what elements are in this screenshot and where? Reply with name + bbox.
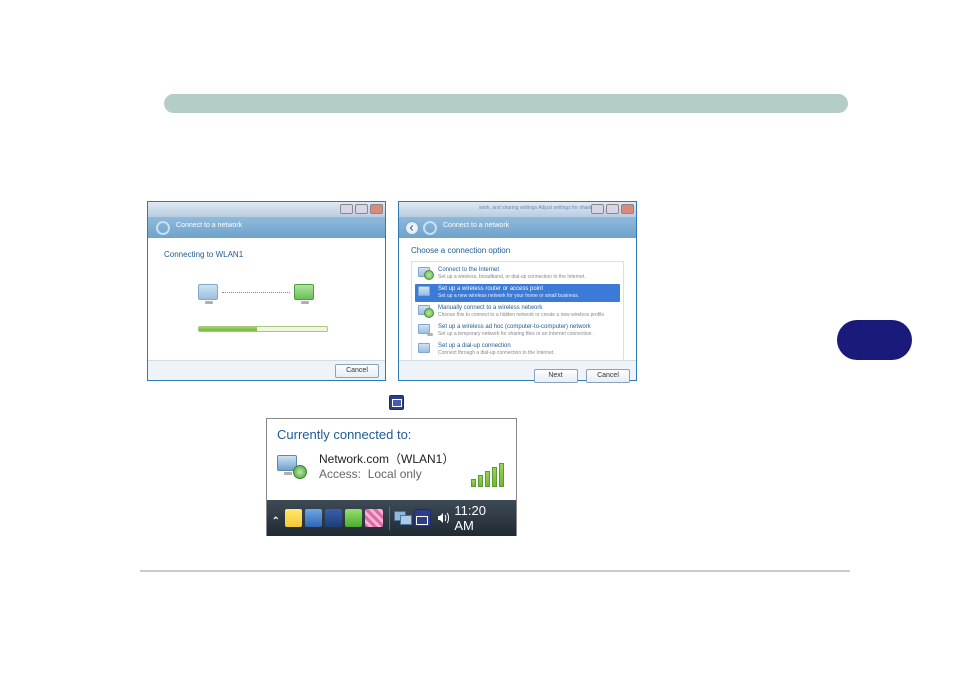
window-titlebar: work, and sharing settings Adjust settin… xyxy=(399,202,636,218)
option-desc: Choose this to connect to a hidden netwo… xyxy=(438,312,606,318)
network-ring-icon xyxy=(156,221,170,235)
tray-app3-icon[interactable] xyxy=(345,509,362,527)
option-connect-internet[interactable]: Connect to the Internet Set up a wireles… xyxy=(415,265,620,283)
network-target-icon xyxy=(294,284,314,300)
minimize-button[interactable] xyxy=(591,204,604,214)
taskbar-clock[interactable]: 11:20 AM xyxy=(454,503,512,533)
progress-bar xyxy=(198,326,328,332)
taskbar-tooltip-screenshot: Currently connected to: Network.com（WLAN… xyxy=(266,418,517,536)
dialog-choose-connection: work, and sharing settings Adjust settin… xyxy=(398,201,637,381)
close-button[interactable] xyxy=(621,204,634,214)
tray-chevron-icon[interactable] xyxy=(271,513,281,523)
connection-graphic xyxy=(198,284,314,300)
option-desc: Connect through a dial-up connection to … xyxy=(438,350,555,356)
network-ring-icon xyxy=(423,221,437,235)
taskbar: 11:20 AM xyxy=(267,500,516,536)
dialog-footer: Next Cancel xyxy=(399,360,636,380)
option-desc: Set up a wireless, broadband, or dial-up… xyxy=(438,274,586,280)
tray-volume-icon[interactable] xyxy=(434,509,451,527)
minimize-button[interactable] xyxy=(340,204,353,214)
network-tooltip: Currently connected to: Network.com（WLAN… xyxy=(267,419,516,500)
wireless-monitor-icon xyxy=(418,305,430,315)
computer-icon xyxy=(198,284,218,300)
router-icon xyxy=(418,286,430,296)
window-titlebar xyxy=(148,202,385,218)
option-desc: Set up a temporary network for sharing f… xyxy=(438,331,593,337)
access-value: Local only xyxy=(368,467,422,481)
dialog-banner: Connect to a network xyxy=(399,218,636,238)
network-name: Network.com（WLAN1） xyxy=(319,450,454,467)
tray-network-pcs-icon[interactable] xyxy=(394,509,411,527)
tray-app4-icon[interactable] xyxy=(365,509,382,527)
tooltip-title: Currently connected to: xyxy=(277,427,506,442)
tray-shield-icon[interactable] xyxy=(285,509,302,527)
dialog-banner-title: Connect to a network xyxy=(443,222,509,229)
option-manual-wireless[interactable]: Manually connect to a wireless network C… xyxy=(415,303,620,321)
dialog-connecting: Connect to a network Connecting to WLAN1… xyxy=(147,201,386,381)
tray-network-icon[interactable] xyxy=(414,509,431,527)
connection-options-list: Connect to the Internet Set up a wireles… xyxy=(411,261,624,365)
option-title: Manually connect to a wireless network xyxy=(438,305,606,312)
option-title: Set up a wireless router or access point xyxy=(438,286,579,293)
dialog-banner-title: Connect to a network xyxy=(176,222,242,229)
option-desc: Set up a new wireless network for your h… xyxy=(438,293,579,299)
dialog-footer: Cancel xyxy=(148,360,385,380)
link-line-icon xyxy=(222,292,290,293)
cancel-button[interactable]: Cancel xyxy=(335,364,379,378)
network-status-icon xyxy=(277,451,313,481)
maximize-button[interactable] xyxy=(606,204,619,214)
option-adhoc[interactable]: Set up a wireless ad hoc (computer-to-co… xyxy=(415,322,620,340)
option-title: Connect to the Internet xyxy=(438,267,586,274)
close-button[interactable] xyxy=(370,204,383,214)
choose-heading: Choose a connection option xyxy=(411,246,624,255)
side-page-pill xyxy=(837,320,912,360)
connecting-message: Connecting to WLAN1 xyxy=(164,250,369,259)
cancel-button[interactable]: Cancel xyxy=(586,369,630,383)
access-label: Access: xyxy=(319,467,361,481)
maximize-button[interactable] xyxy=(355,204,368,214)
adhoc-icon xyxy=(418,324,430,334)
network-tray-icon[interactable] xyxy=(389,395,404,410)
dialog-banner: Connect to a network xyxy=(148,218,385,238)
option-dialup[interactable]: Set up a dial-up connection Connect thro… xyxy=(415,341,620,359)
header-accent-bar xyxy=(164,94,848,113)
background-window-text: work, and sharing settings Adjust settin… xyxy=(479,205,599,211)
tray-separator xyxy=(389,506,391,530)
option-title: Set up a wireless ad hoc (computer-to-co… xyxy=(438,324,593,331)
back-button[interactable] xyxy=(405,221,419,235)
divider-rule xyxy=(140,570,850,572)
tray-app1-icon[interactable] xyxy=(305,509,322,527)
globe-monitor-icon xyxy=(418,267,430,277)
tray-app2-icon[interactable] xyxy=(325,509,342,527)
option-setup-router[interactable]: Set up a wireless router or access point… xyxy=(415,284,620,302)
signal-strength-icon xyxy=(471,463,504,487)
next-button[interactable]: Next xyxy=(534,369,578,383)
option-title: Set up a dial-up connection xyxy=(438,343,555,350)
dialup-icon xyxy=(418,343,430,353)
access-line: Access: Local only xyxy=(319,467,454,481)
